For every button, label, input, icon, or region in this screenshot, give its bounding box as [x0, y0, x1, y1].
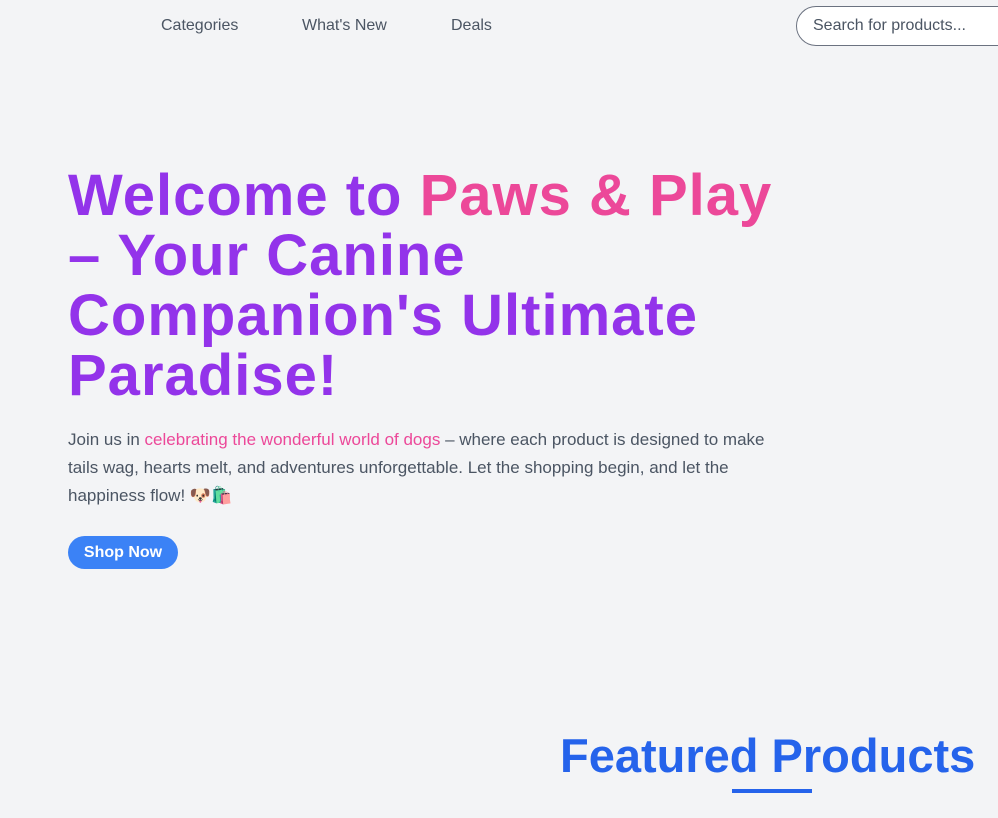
hero-desc-highlight: celebrating the wonderful world of dogs [144, 430, 441, 449]
heading-underline [732, 789, 812, 793]
hero-description: Join us in celebrating the wonderful wor… [68, 426, 798, 510]
hero-title: Welcome to Paws & Play – Your Canine Com… [68, 166, 788, 406]
nav-link-categories[interactable]: Categories [161, 16, 238, 36]
nav-link-deals[interactable]: Deals [451, 16, 492, 36]
nav-link-whats-new[interactable]: What's New [302, 16, 387, 36]
search-input[interactable] [796, 6, 998, 46]
shop-now-button[interactable]: Shop Now [68, 536, 178, 569]
hero-desc-part1: Join us in [68, 430, 145, 449]
hero-title-part1: Welcome to [68, 163, 420, 228]
hero-title-brand: Paws & Play [419, 163, 773, 228]
featured-products-heading: Featured Products [560, 729, 976, 782]
top-nav: Categories What's New Deals [0, 0, 998, 52]
hero-title-part2: – Your Canine Companion's Ultimate Parad… [68, 223, 698, 408]
